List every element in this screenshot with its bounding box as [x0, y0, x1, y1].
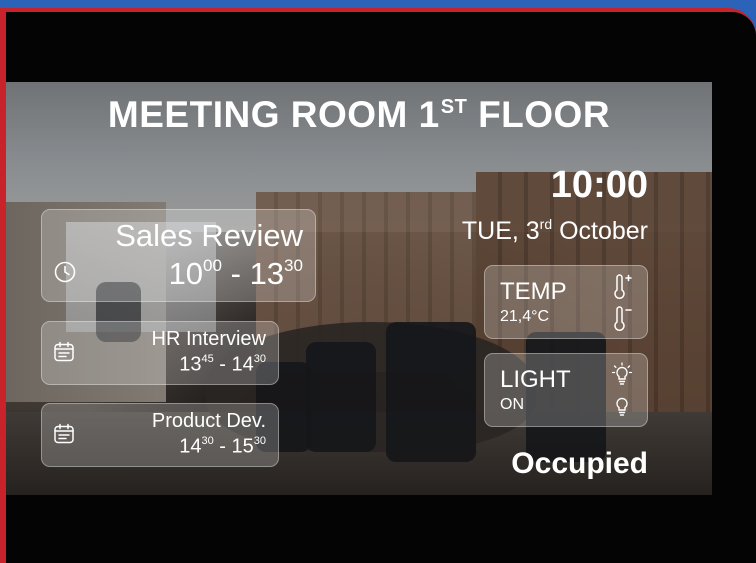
event-card[interactable]: HR Interview 1345 - 1430 [41, 321, 279, 385]
event-time: 1000 - 1330 [168, 256, 303, 291]
event-time: 1345 - 1430 [179, 353, 266, 376]
current-date: TUE, 3rd October [461, 216, 648, 245]
thermometer-minus-icon[interactable] [611, 306, 633, 337]
light-value: ON [500, 396, 524, 413]
event-card-current[interactable]: Sales Review 1000 - 1330 [41, 209, 316, 302]
current-time: 10:00 [550, 164, 648, 206]
room-status: Occupied [511, 447, 648, 480]
event-name: HR Interview [151, 328, 266, 350]
calendar-icon [52, 340, 76, 369]
light-label: LIGHT [500, 366, 571, 393]
event-time: 1430 - 1530 [179, 435, 266, 458]
temperature-label: TEMP [500, 278, 567, 305]
event-name: Product Dev. [151, 410, 266, 432]
room-display-screen: MEETING ROOM 1ST FLOOR 10:00 TUE, 3rd Oc… [6, 82, 712, 495]
bulb-off-icon[interactable] [611, 394, 633, 425]
light-panel: LIGHT ON [484, 353, 648, 427]
event-name: Sales Review [115, 218, 303, 253]
room-title: MEETING ROOM 1ST FLOOR [107, 94, 611, 135]
calendar-icon [52, 422, 76, 451]
event-card[interactable]: Product Dev. 1430 - 1530 [41, 403, 279, 467]
temperature-value: 21,4°C [500, 308, 550, 325]
thermometer-plus-icon[interactable] [611, 274, 633, 305]
temperature-panel: TEMP 21,4°C [484, 265, 648, 339]
bulb-on-icon[interactable] [611, 362, 633, 393]
clock-icon [53, 260, 77, 289]
